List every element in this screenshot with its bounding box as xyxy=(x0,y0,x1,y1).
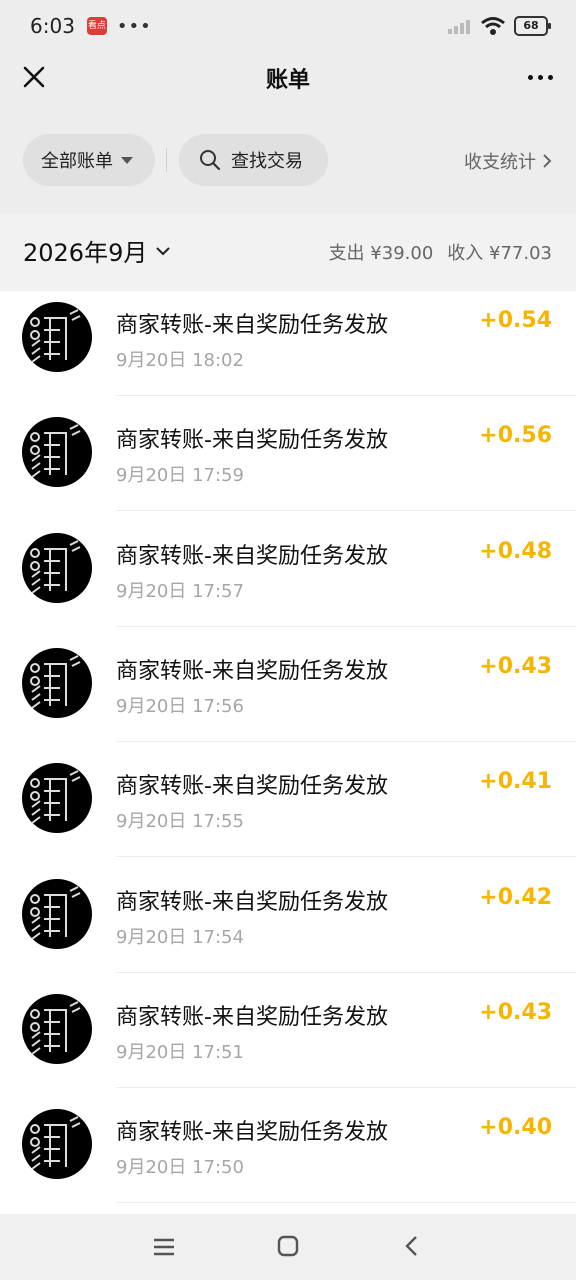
transaction-list: 商家转账-来自奖励任务发放 9月20日 18:02 +0.54 商家转账-来自奖励任… xyxy=(0,291,576,1214)
status-time: 6:03 xyxy=(30,14,75,38)
transaction-title: 商家转账-来自奖励任务发放 xyxy=(116,1004,388,1030)
merchant-avatar xyxy=(22,647,92,718)
menu-button[interactable] xyxy=(148,1232,180,1262)
chevron-right-icon xyxy=(543,154,552,168)
transaction-title: 商家转账-来自奖励任务发放 xyxy=(116,658,388,684)
transaction-title: 商家转账-来自奖励任务发放 xyxy=(116,1120,388,1146)
status-indicators: 68 xyxy=(448,16,551,36)
row-divider xyxy=(116,1086,576,1088)
transaction-time: 9月20日 17:51 xyxy=(116,1041,244,1063)
status-bar: 6:03 看点 ••• 68 xyxy=(0,0,576,52)
wifi-icon xyxy=(481,17,505,35)
transaction-title: 商家转账-来自奖励任务发放 xyxy=(116,889,388,915)
transaction-amount: +0.42 xyxy=(479,884,552,910)
transaction-time: 9月20日 17:55 xyxy=(116,811,244,833)
signal-icon xyxy=(448,20,470,34)
nav-bar: 账单 xyxy=(0,52,576,102)
transaction-time: 9月20日 17:50 xyxy=(116,1157,244,1179)
transaction-title: 商家转账-来自奖励任务发放 xyxy=(116,313,388,338)
system-nav-bar xyxy=(0,1214,576,1280)
transaction-row[interactable]: 商家转账-来自奖励任务发放 9月20日 17:51 +0.43 xyxy=(0,983,576,1098)
transaction-amount: +0.43 xyxy=(479,653,552,679)
menu-icon xyxy=(154,1238,174,1256)
home-button[interactable] xyxy=(272,1232,304,1262)
transaction-amount: +0.43 xyxy=(479,999,552,1025)
transaction-row[interactable]: 商家转账-来自奖励任务发放 9月20日 18:02 +0.54 xyxy=(0,291,576,406)
transaction-amount: +0.54 xyxy=(479,308,552,333)
merchant-avatar xyxy=(22,763,92,834)
transaction-time: 9月20日 17:59 xyxy=(116,465,244,487)
search-transactions-label: 查找交易 xyxy=(231,151,303,172)
transaction-amount: +0.56 xyxy=(479,423,552,449)
transaction-time: 9月20日 18:02 xyxy=(116,350,244,371)
transaction-row[interactable]: 商家转账-来自奖励任务发放 9月20日 17:54 +0.42 xyxy=(0,868,576,983)
all-bills-dropdown[interactable]: 全部账单 xyxy=(23,134,155,186)
search-transactions-button[interactable]: 查找交易 xyxy=(179,134,328,186)
merchant-avatar xyxy=(22,417,92,488)
merchant-avatar xyxy=(22,532,92,603)
merchant-avatar xyxy=(22,878,92,949)
news-app-icon: 看点 xyxy=(86,17,107,35)
transaction-title: 商家转账-来自奖励任务发放 xyxy=(116,543,388,569)
row-divider xyxy=(116,395,576,396)
transaction-amount: +0.48 xyxy=(479,538,552,564)
search-icon xyxy=(200,150,221,171)
merchant-avatar xyxy=(22,302,92,372)
more-icon xyxy=(527,74,533,80)
row-divider xyxy=(116,740,576,742)
transaction-amount: +0.40 xyxy=(479,1115,552,1141)
row-divider xyxy=(116,625,576,627)
row-divider xyxy=(116,510,576,512)
stats-label: 收支统计 xyxy=(464,152,536,173)
row-divider xyxy=(116,971,576,973)
transaction-time: 9月20日 17:54 xyxy=(116,926,244,948)
month-summary: 2026年9月 支出 ¥39.00 收入 ¥77.03 xyxy=(0,213,576,291)
transaction-row[interactable]: 商家转账-来自奖励任务发放 9月20日 17:55 +0.41 xyxy=(0,752,576,867)
month-selector[interactable]: 2026年9月 xyxy=(23,233,171,268)
income-expense-stats-link[interactable]: 收支统计 xyxy=(464,148,552,174)
battery-icon: 68 xyxy=(514,16,551,36)
transaction-title: 商家转账-来自奖励任务发放 xyxy=(116,428,388,454)
summary-totals: 支出 ¥39.00 收入 ¥77.03 xyxy=(329,239,552,265)
chevron-down-icon xyxy=(156,246,171,255)
back-button[interactable] xyxy=(396,1232,428,1262)
transaction-amount: +0.41 xyxy=(479,769,552,795)
month-label: 2026年9月 xyxy=(23,239,148,267)
income-total: 收入 ¥77.03 xyxy=(447,243,552,264)
transaction-time: 9月20日 17:57 xyxy=(116,580,244,602)
row-divider xyxy=(116,856,576,858)
home-icon xyxy=(277,1235,299,1257)
transaction-row[interactable]: 商家转账-来自奖励任务发放 9月20日 17:56 +0.43 xyxy=(0,637,576,752)
transaction-row[interactable]: 商家转账-来自奖励任务发放 9月20日 17:59 +0.56 xyxy=(0,406,576,521)
page-title: 账单 xyxy=(265,68,310,93)
filter-row: 全部账单 查找交易 收支统计 xyxy=(0,134,576,186)
row-divider xyxy=(116,1202,576,1204)
caret-down-icon xyxy=(121,156,133,164)
more-button[interactable] xyxy=(522,60,558,94)
all-bills-label: 全部账单 xyxy=(41,151,113,172)
transaction-title: 商家转账-来自奖励任务发放 xyxy=(116,774,388,800)
merchant-avatar xyxy=(22,993,92,1064)
transaction-time: 9月20日 17:56 xyxy=(116,695,244,717)
transaction-row[interactable]: 商家转账-来自奖励任务发放 9月20日 17:50 +0.40 xyxy=(0,1098,576,1213)
back-icon xyxy=(405,1236,417,1256)
filter-divider xyxy=(166,148,167,172)
merchant-avatar xyxy=(22,1109,92,1180)
expense-total: 支出 ¥39.00 xyxy=(328,243,434,264)
transaction-row[interactable]: 商家转账-来自奖励任务发放 9月20日 17:57 +0.48 xyxy=(0,522,576,637)
notification-dots: ••• xyxy=(116,15,152,37)
